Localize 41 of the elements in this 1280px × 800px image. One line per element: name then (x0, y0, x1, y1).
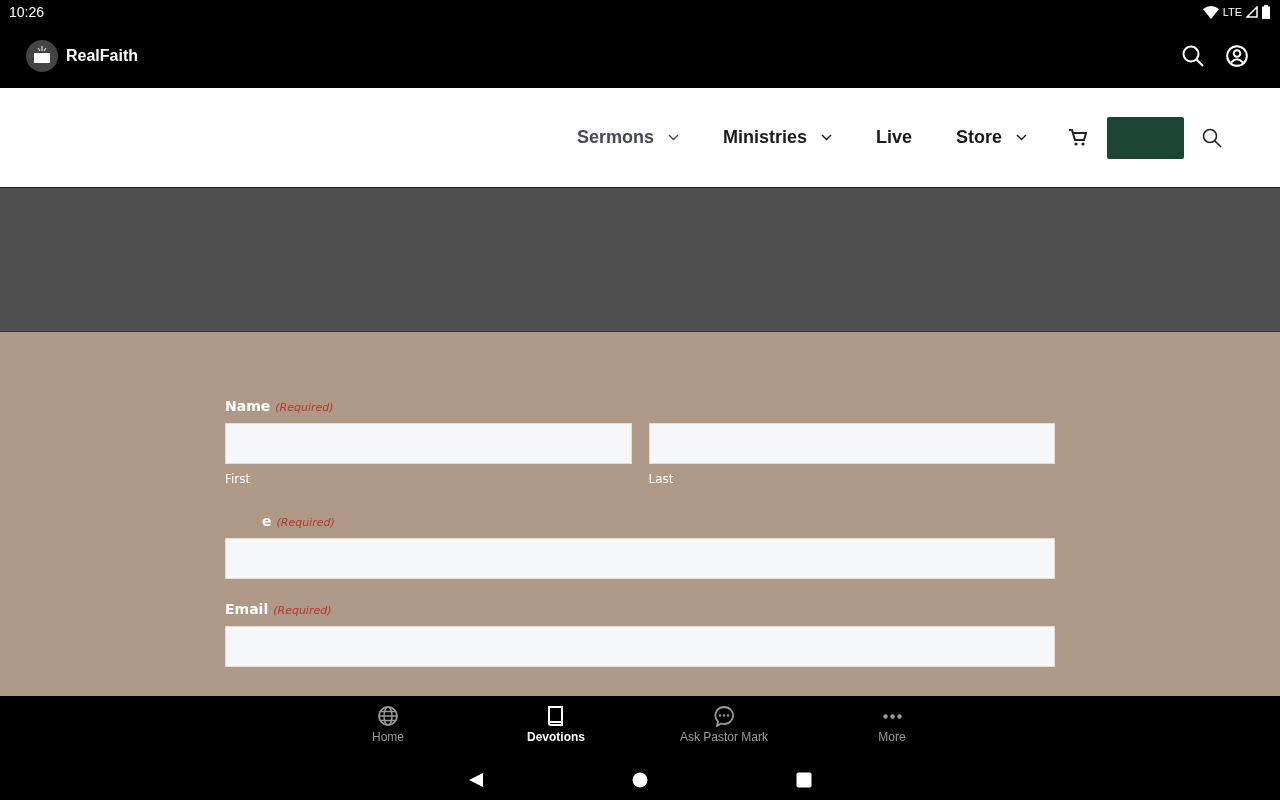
input-field[interactable] (225, 538, 1055, 579)
home-icon[interactable] (632, 772, 648, 788)
field-label: e (262, 513, 272, 529)
chevron-down-icon[interactable] (820, 134, 832, 141)
nav-link[interactable]: Store (956, 127, 1002, 148)
tab-button[interactable]: Devotions (472, 696, 640, 760)
recents-icon[interactable] (796, 772, 812, 788)
battery-icon (1262, 5, 1270, 19)
chevron-down-icon[interactable] (667, 134, 679, 141)
logo-icon (26, 40, 58, 72)
search-icon[interactable] (1202, 127, 1222, 148)
back-icon[interactable] (468, 772, 484, 788)
action-button[interactable] (1107, 116, 1184, 159)
field-label: Email (225, 601, 269, 617)
nav-link[interactable]: Sermons (576, 127, 654, 148)
app-title: RealFaith (66, 47, 138, 65)
field-sublabel: Last (648, 472, 675, 486)
nav-link[interactable]: Live (875, 127, 912, 148)
chevron-down-icon[interactable] (1016, 134, 1027, 141)
wifi-icon (1202, 5, 1219, 19)
tab-button[interactable]: Ask Pastor Mark (640, 696, 808, 760)
tab-button[interactable]: Home (304, 696, 472, 760)
search-icon[interactable] (1182, 45, 1204, 67)
nav-link[interactable]: Ministries (722, 127, 807, 148)
input-field[interactable] (648, 423, 1055, 464)
field-label: Name (225, 398, 271, 414)
chat-bubble-icon (713, 705, 735, 727)
globe-icon (377, 705, 399, 727)
input-field[interactable] (225, 423, 632, 464)
required-note: (Required) (273, 604, 332, 617)
more-icon (882, 713, 902, 719)
account-icon[interactable] (1226, 45, 1248, 67)
tab-button[interactable]: More (808, 696, 976, 760)
required-note: (Required) (275, 401, 334, 414)
input-field[interactable] (225, 626, 1055, 667)
cart-icon[interactable] (1069, 129, 1087, 146)
signal-icon (1246, 6, 1258, 18)
field-sublabel: First (225, 472, 252, 486)
required-note: (Required) (276, 516, 335, 529)
network-type: LTE (1222, 6, 1242, 18)
clock-time: 10:26 (9, 4, 45, 20)
